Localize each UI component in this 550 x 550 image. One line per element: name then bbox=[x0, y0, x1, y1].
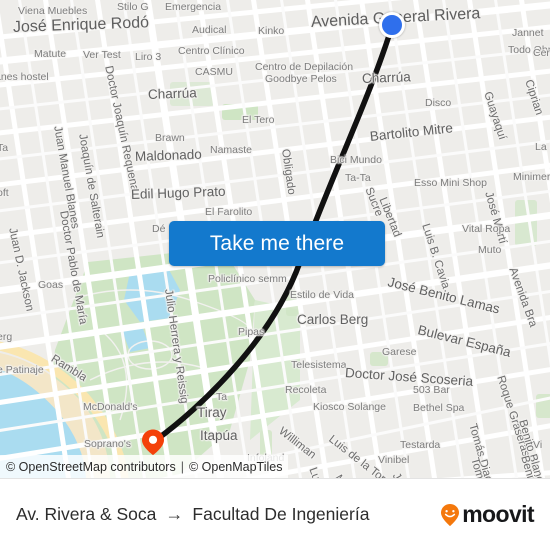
arrow-right-icon: → bbox=[165, 504, 184, 524]
destination-marker[interactable] bbox=[379, 12, 405, 38]
trip-destination-label: Facultad De Ingeniería bbox=[192, 504, 370, 524]
attribution-separator: | bbox=[180, 459, 184, 474]
map-canvas[interactable]: .blk { fill:#e7e5e2; } .rd { stroke:#fff… bbox=[0, 0, 550, 478]
trip-origin-label: Av. Rivera & Soca bbox=[16, 504, 157, 524]
openstreetmap-attribution-link[interactable]: © OpenStreetMap contributors bbox=[6, 460, 176, 474]
take-me-there-button[interactable]: Take me there bbox=[169, 221, 385, 266]
moovit-wordmark: moovit bbox=[462, 501, 534, 527]
trip-summary: Av. Rivera & Soca → Facultad De Ingenier… bbox=[16, 504, 369, 525]
moovit-pin-icon bbox=[441, 503, 460, 526]
trip-footer: Av. Rivera & Soca → Facultad De Ingenier… bbox=[0, 478, 550, 550]
openmaptiles-attribution-link[interactable]: © OpenMapTiles bbox=[189, 460, 283, 474]
map-attribution: © OpenStreetMap contributors | © OpenMap… bbox=[0, 455, 289, 478]
moovit-logo[interactable]: moovit bbox=[440, 501, 535, 528]
map-pin-icon bbox=[142, 429, 164, 455]
origin-marker[interactable] bbox=[139, 428, 167, 456]
moovit-map-screen: .blk { fill:#e7e5e2; } .rd { stroke:#fff… bbox=[0, 0, 550, 550]
